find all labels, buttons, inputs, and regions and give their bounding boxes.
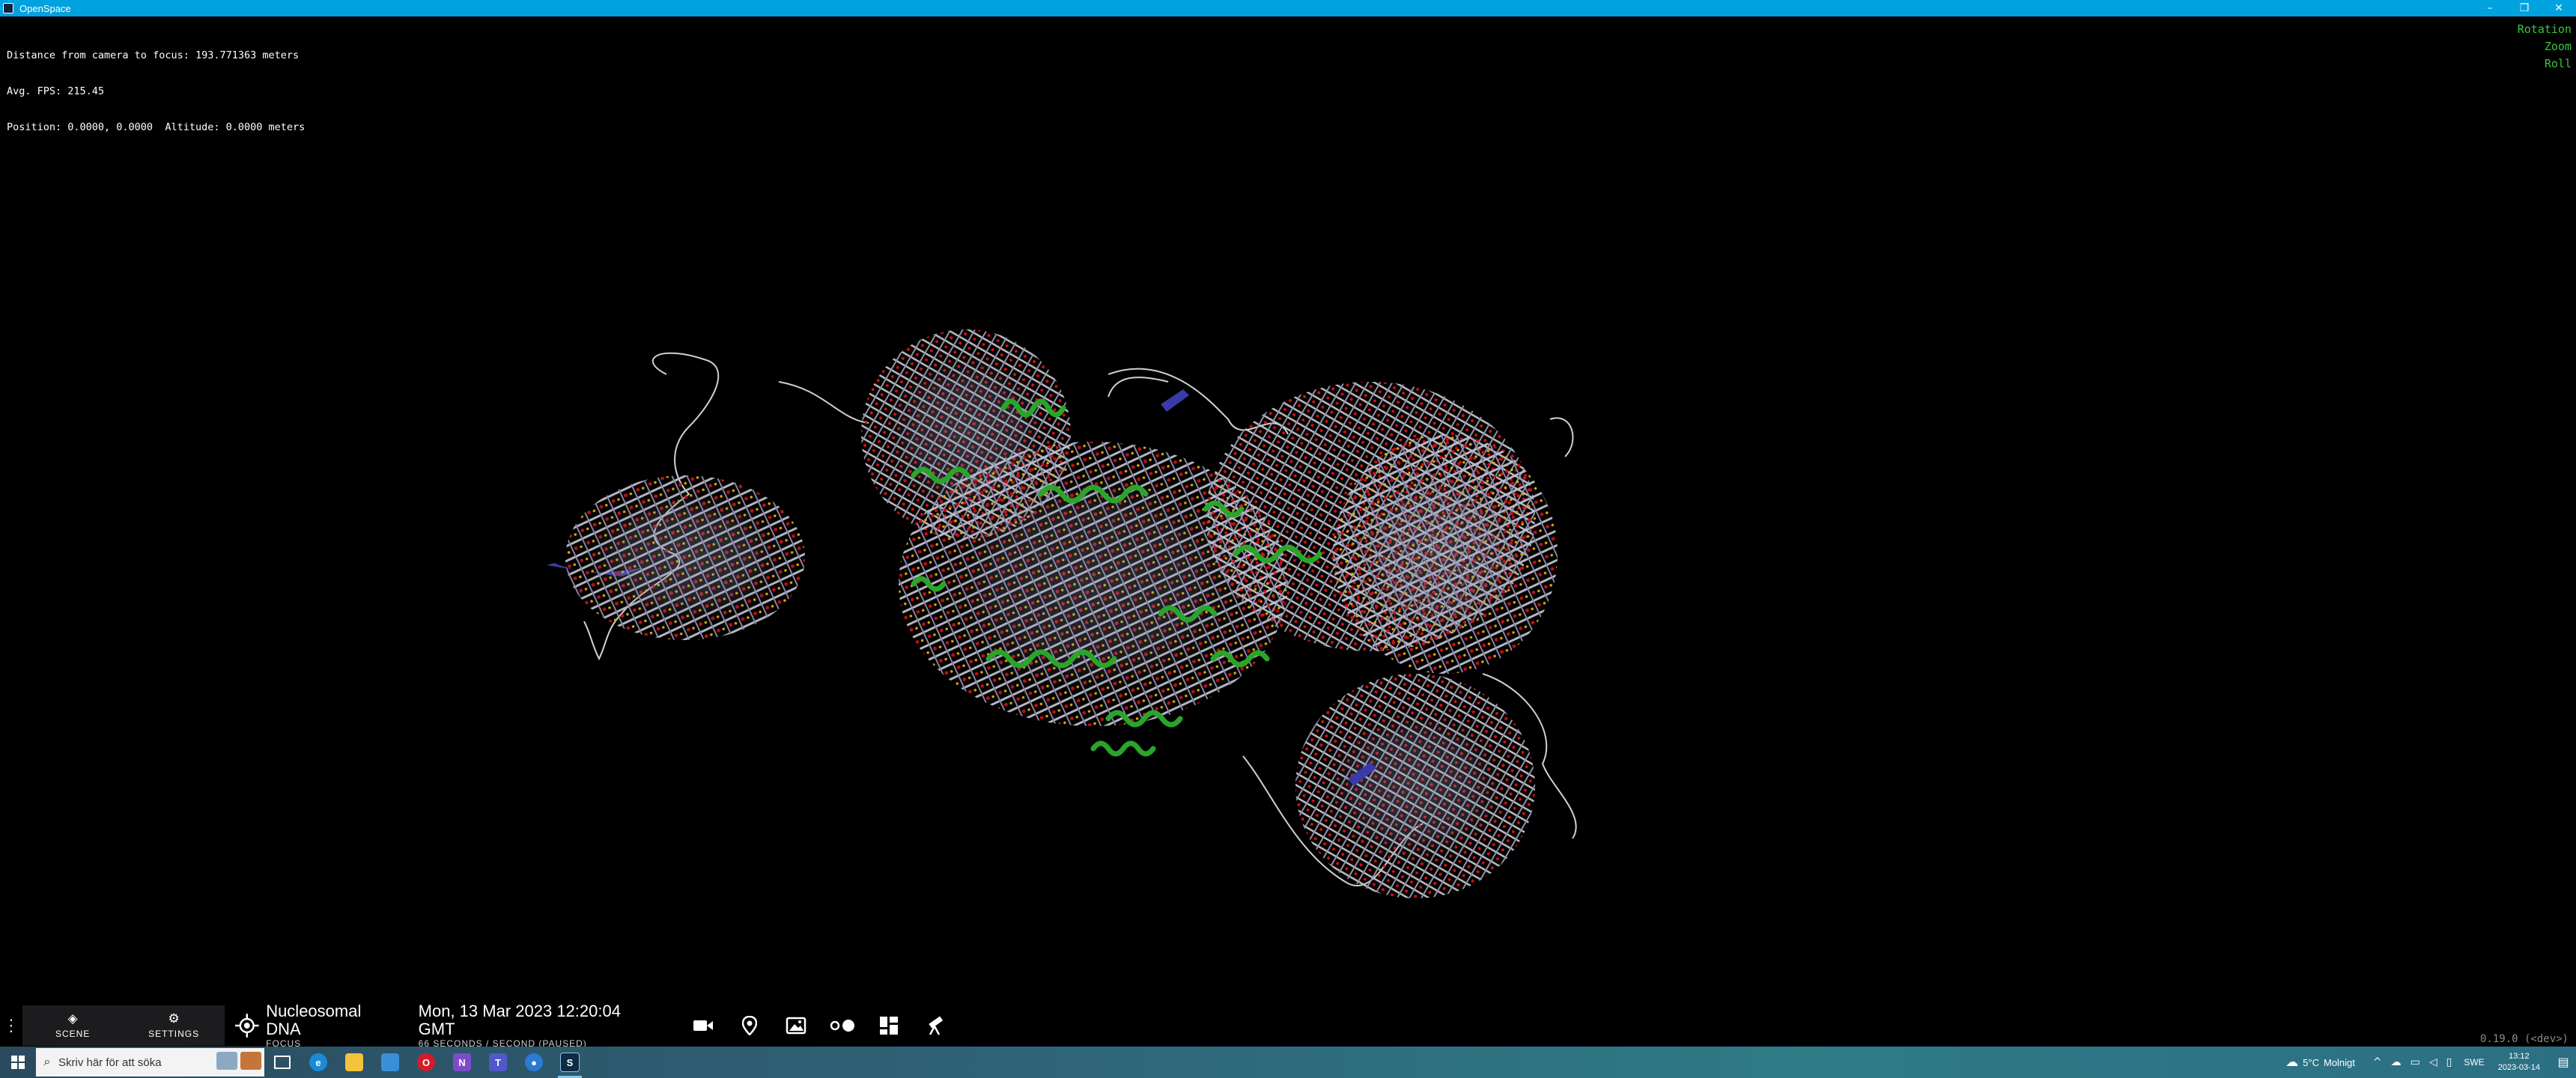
kebab-icon[interactable]: ⋮ xyxy=(0,1005,22,1046)
focus-name: Nucleosomal DNA xyxy=(266,1002,362,1038)
search-highlight-icon xyxy=(216,1052,261,1073)
window-controls: – ❐ ✕ xyxy=(2473,0,2576,16)
gear-icon: ⚙ xyxy=(168,1011,180,1026)
window-title: OpenSpace xyxy=(19,2,71,14)
openspace-menu-bar: ⋮ ◈ SCENE ⚙ SETTINGS Nucleosomal DNA FOC… xyxy=(0,1002,959,1050)
rotation-hint: Rotation xyxy=(2517,22,2572,36)
tool-buttons xyxy=(680,1005,959,1046)
position-readout: Position: 0.0000, 0.0000 Altitude: 0.000… xyxy=(7,121,306,133)
file-explorer-icon[interactable] xyxy=(336,1047,372,1078)
openspace-app-icon xyxy=(3,3,13,13)
toggle-icon[interactable] xyxy=(819,1005,866,1046)
molecule-viewport[interactable] xyxy=(449,270,1722,943)
visual-studio-icon[interactable]: N xyxy=(444,1047,480,1078)
zoom-hint: Zoom xyxy=(2544,40,2572,53)
version-label: 0.19.0 (<dev>) xyxy=(2479,1033,2569,1045)
protein-tail xyxy=(778,381,869,424)
roll-hint: Roll xyxy=(2544,57,2572,70)
image-icon[interactable] xyxy=(773,1005,819,1046)
store-icon[interactable] xyxy=(372,1047,408,1078)
camera-info-overlay: Distance from camera to focus: 193.77136… xyxy=(7,25,305,145)
restore-button[interactable]: ❐ xyxy=(2507,0,2542,16)
date-time: Mon, 13 Mar 2023 12:20:04 GMT xyxy=(418,1002,621,1038)
taskbar-search-input[interactable]: ⌕ Skriv här för att söka xyxy=(36,1048,264,1077)
volume-icon[interactable]: ◁ xyxy=(2429,1056,2437,1068)
maps-icon[interactable]: ● xyxy=(516,1047,552,1078)
openspace-icon[interactable]: S xyxy=(552,1047,588,1078)
weather-text: Molnigt xyxy=(2323,1056,2355,1068)
windows-start-icon[interactable] xyxy=(0,1047,36,1078)
weather-widget[interactable]: ☁ 5°C Molnigt xyxy=(2285,1055,2355,1070)
panel-buttons: ◈ SCENE ⚙ SETTINGS xyxy=(22,1005,225,1046)
fps-readout: Avg. FPS: 215.45 xyxy=(7,85,105,97)
navigation-hints: Rotation Zoom Roll xyxy=(2518,21,2572,73)
close-button[interactable]: ✕ xyxy=(2542,0,2576,16)
search-placeholder: Skriv här för att söka xyxy=(58,1056,162,1069)
time-panel-button[interactable]: Mon, 13 Mar 2023 12:20:04 GMT 66 SECONDS… xyxy=(418,1002,659,1050)
minimize-button[interactable]: – xyxy=(2473,0,2507,16)
opera-icon[interactable]: O xyxy=(408,1047,444,1078)
telescope-icon[interactable] xyxy=(912,1005,959,1046)
taskbar-clock[interactable]: 13:12 2023-03-14 xyxy=(2498,1051,2540,1074)
language-indicator[interactable]: SWE xyxy=(2464,1057,2484,1068)
weather-temp: 5°C xyxy=(2303,1056,2319,1068)
focus-selector[interactable]: Nucleosomal DNA FOCUS xyxy=(234,1002,399,1049)
location-pin-icon[interactable] xyxy=(726,1005,773,1046)
clock-time: 13:12 xyxy=(2509,1052,2530,1061)
battery-icon[interactable]: ▯ xyxy=(2446,1056,2452,1068)
beta-strand xyxy=(1161,389,1189,412)
protein-tail xyxy=(1108,377,1169,398)
task-view-icon[interactable] xyxy=(264,1047,300,1078)
protein-tail xyxy=(1549,417,1574,457)
dashboard-icon[interactable] xyxy=(866,1005,912,1046)
search-icon: ⌕ xyxy=(43,1056,51,1068)
edge-icon[interactable]: e xyxy=(300,1047,336,1078)
chevron-up-icon[interactable]: ^ xyxy=(2373,1056,2382,1068)
network-icon[interactable]: ▭ xyxy=(2411,1056,2420,1068)
tray-icons: ^ ☁ ▭ ◁ ▯ xyxy=(2373,1056,2452,1068)
camera-icon[interactable] xyxy=(680,1005,726,1046)
scene-label: SCENE xyxy=(55,1029,91,1039)
scene-button[interactable]: ◈ SCENE xyxy=(22,1005,124,1046)
system-tray: ☁ 5°C Molnigt ^ ☁ ▭ ◁ ▯ SWE 13:12 2023-0… xyxy=(2285,1047,2576,1078)
window-title-bar[interactable]: OpenSpace – ❐ ✕ xyxy=(0,0,2576,16)
notification-icon[interactable]: ▤ xyxy=(2551,1055,2576,1070)
settings-label: SETTINGS xyxy=(148,1029,200,1039)
cloud-sync-icon[interactable]: ☁ xyxy=(2391,1056,2402,1068)
distance-readout: Distance from camera to focus: 193.77136… xyxy=(7,49,300,61)
layers-icon: ◈ xyxy=(67,1011,78,1026)
settings-button[interactable]: ⚙ SETTINGS xyxy=(124,1005,225,1046)
cloud-icon: ☁ xyxy=(2285,1055,2299,1069)
teams-icon[interactable]: T xyxy=(480,1047,516,1078)
focus-target-icon xyxy=(234,1014,259,1038)
windows-taskbar: ⌕ Skriv här för att söka e O N T ● S ☁ 5… xyxy=(0,1047,2576,1078)
clock-date: 2023-03-14 xyxy=(2497,1063,2540,1072)
